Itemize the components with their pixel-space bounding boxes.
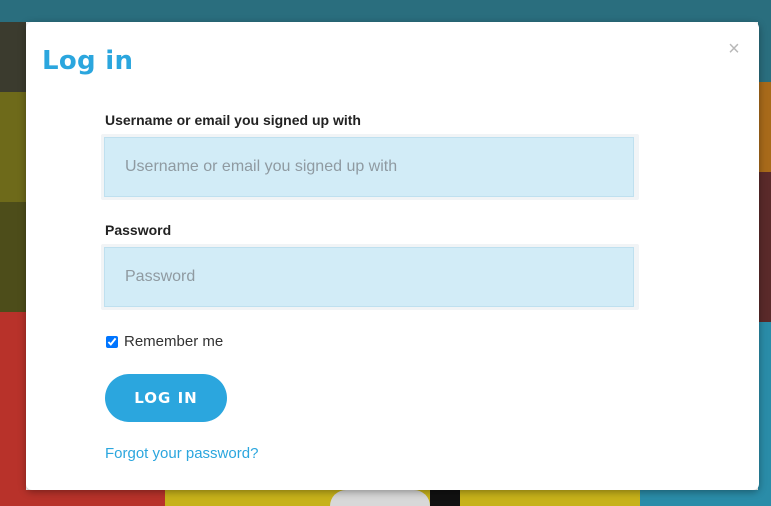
background-header — [0, 0, 771, 22]
background-block — [430, 490, 460, 506]
background-block — [758, 82, 771, 172]
background-block — [0, 92, 26, 202]
background-block — [0, 312, 26, 506]
close-icon[interactable]: × — [727, 39, 741, 59]
background-block — [0, 490, 165, 506]
login-button[interactable]: LOG IN — [105, 374, 227, 422]
username-label: Username or email you signed up with — [105, 112, 361, 128]
username-input[interactable] — [104, 137, 634, 197]
background-bottom-strip — [0, 490, 771, 506]
password-input[interactable] — [104, 247, 634, 307]
background-block — [758, 322, 771, 506]
background-block — [0, 202, 26, 312]
remember-me-option[interactable]: Remember me — [106, 333, 223, 350]
remember-me-label: Remember me — [124, 333, 224, 350]
forgot-password-link[interactable]: Forgot your password? — [105, 445, 258, 462]
remember-me-checkbox[interactable] — [106, 335, 118, 348]
background-block — [758, 172, 771, 322]
background-block — [330, 490, 430, 506]
background-block — [640, 490, 771, 506]
modal-title: Log in — [42, 46, 134, 76]
password-label: Password — [105, 222, 172, 238]
username-field-frame — [101, 134, 639, 200]
background-right-strip — [758, 22, 771, 506]
password-field-frame — [101, 244, 639, 310]
login-modal: × Log in Username or email you signed up… — [26, 22, 759, 490]
background-left-strip — [0, 22, 26, 506]
